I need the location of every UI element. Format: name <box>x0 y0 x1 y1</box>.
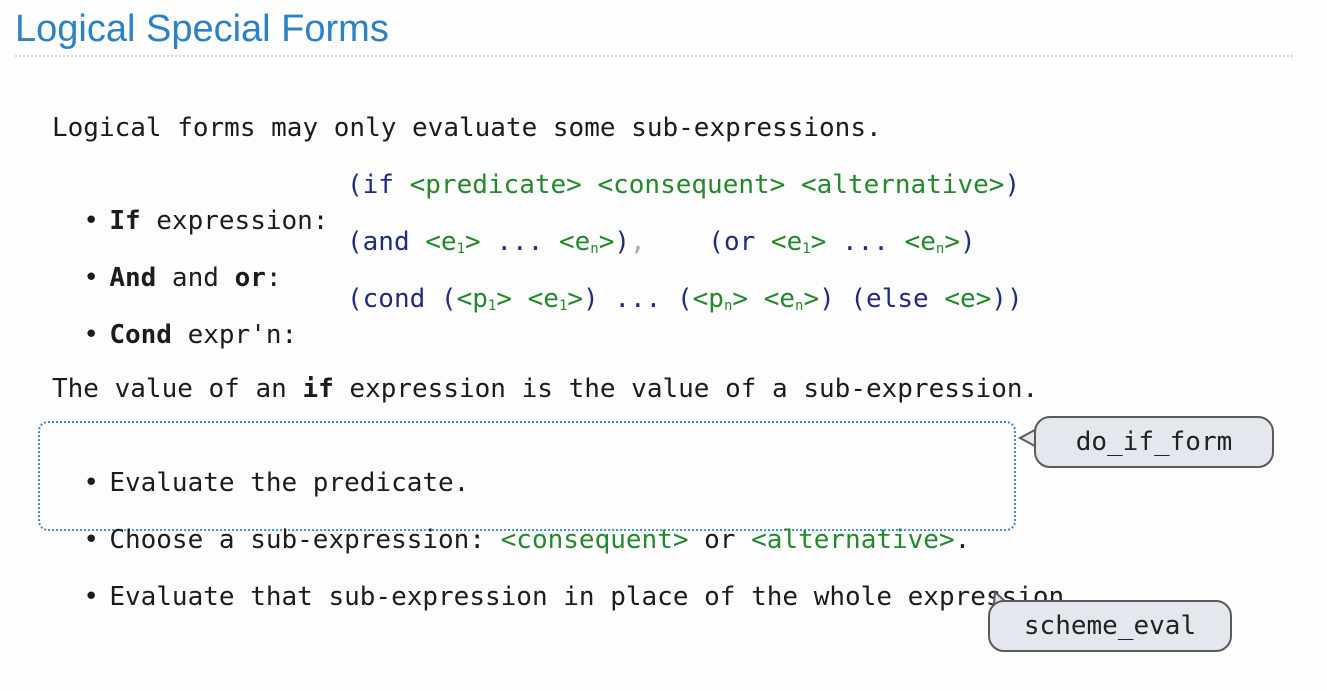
form-cond-keyword: Cond <box>109 320 172 350</box>
code-segment: ) <box>614 227 631 257</box>
form-cond-rest: expr'n: <box>171 320 298 350</box>
code-segment: (or <box>645 227 771 257</box>
code-segment: > <box>567 284 584 314</box>
code-segment: <e <box>558 227 591 257</box>
step3-text: Evaluate that sub-expression in place of… <box>109 582 1080 612</box>
code-segment: > <box>598 227 615 257</box>
intro-text: Logical forms may only evaluate some sub… <box>52 113 882 143</box>
if-value-before: The value of an <box>52 374 303 404</box>
code-segment: ) (else <box>819 284 945 314</box>
code-segment: > <box>803 284 820 314</box>
code-segment: <p <box>456 284 488 314</box>
if-value-keyword: if <box>302 374 334 404</box>
form-cond-code: (cond (<p1> <e1>) ... (<pn> <en>) (else … <box>347 281 1023 324</box>
if-value-sentence: The value of an if expression is the val… <box>52 371 1038 407</box>
code-segment: <e> <box>944 284 992 314</box>
code-segment: > <box>732 284 749 314</box>
code-segment: > <box>465 227 481 257</box>
code-segment: > <box>496 284 512 314</box>
code-segment: <e <box>904 227 936 257</box>
if-value-after: expression is the value of a sub-express… <box>333 374 1039 404</box>
title-divider <box>15 55 1293 57</box>
form-cond-label: • Cond expr'n: <box>52 281 297 353</box>
code-segment: (if <box>347 170 410 200</box>
step-evaluate-subexpression: • Evaluate that sub-expression in place o… <box>52 543 1080 615</box>
code-segment: <predicate> <consequent> <alternative> <box>409 170 1005 200</box>
code-segment: ... <box>480 227 559 257</box>
code-segment: ) <box>960 227 976 257</box>
form-if-code: (if <predicate> <consequent> <alternativ… <box>347 167 1020 203</box>
code-segment: > <box>944 227 961 257</box>
code-segment: 1 <box>802 241 811 257</box>
code-segment: <e <box>770 227 803 257</box>
code-segment: <e <box>425 227 457 257</box>
code-segment: <p <box>692 284 724 314</box>
form-and-code: (and <e1> ... <en>), (or <e1> ... <en>) <box>347 224 976 267</box>
code-segment: <e <box>763 284 795 314</box>
code-segment: ) <box>1004 170 1021 200</box>
code-segment: ... <box>826 227 905 257</box>
code-segment: n <box>590 241 599 257</box>
code-segment: <e <box>527 284 559 314</box>
code-segment: ) ... ( <box>583 284 693 314</box>
code-segment: (cond ( <box>347 284 457 314</box>
bullet-icon: • <box>83 320 99 350</box>
scheme-eval-bubble: scheme_eval <box>988 600 1232 652</box>
do-if-form-bubble: do_if_form <box>1034 416 1274 468</box>
page-title: Logical Special Forms <box>15 8 389 50</box>
code-segment: > <box>810 227 827 257</box>
code-segment: 1 <box>456 241 466 257</box>
bullet-icon: • <box>83 582 99 612</box>
code-segment: )) <box>991 284 1023 314</box>
code-segment: (and <box>347 227 426 257</box>
code-segment: , <box>630 227 646 257</box>
